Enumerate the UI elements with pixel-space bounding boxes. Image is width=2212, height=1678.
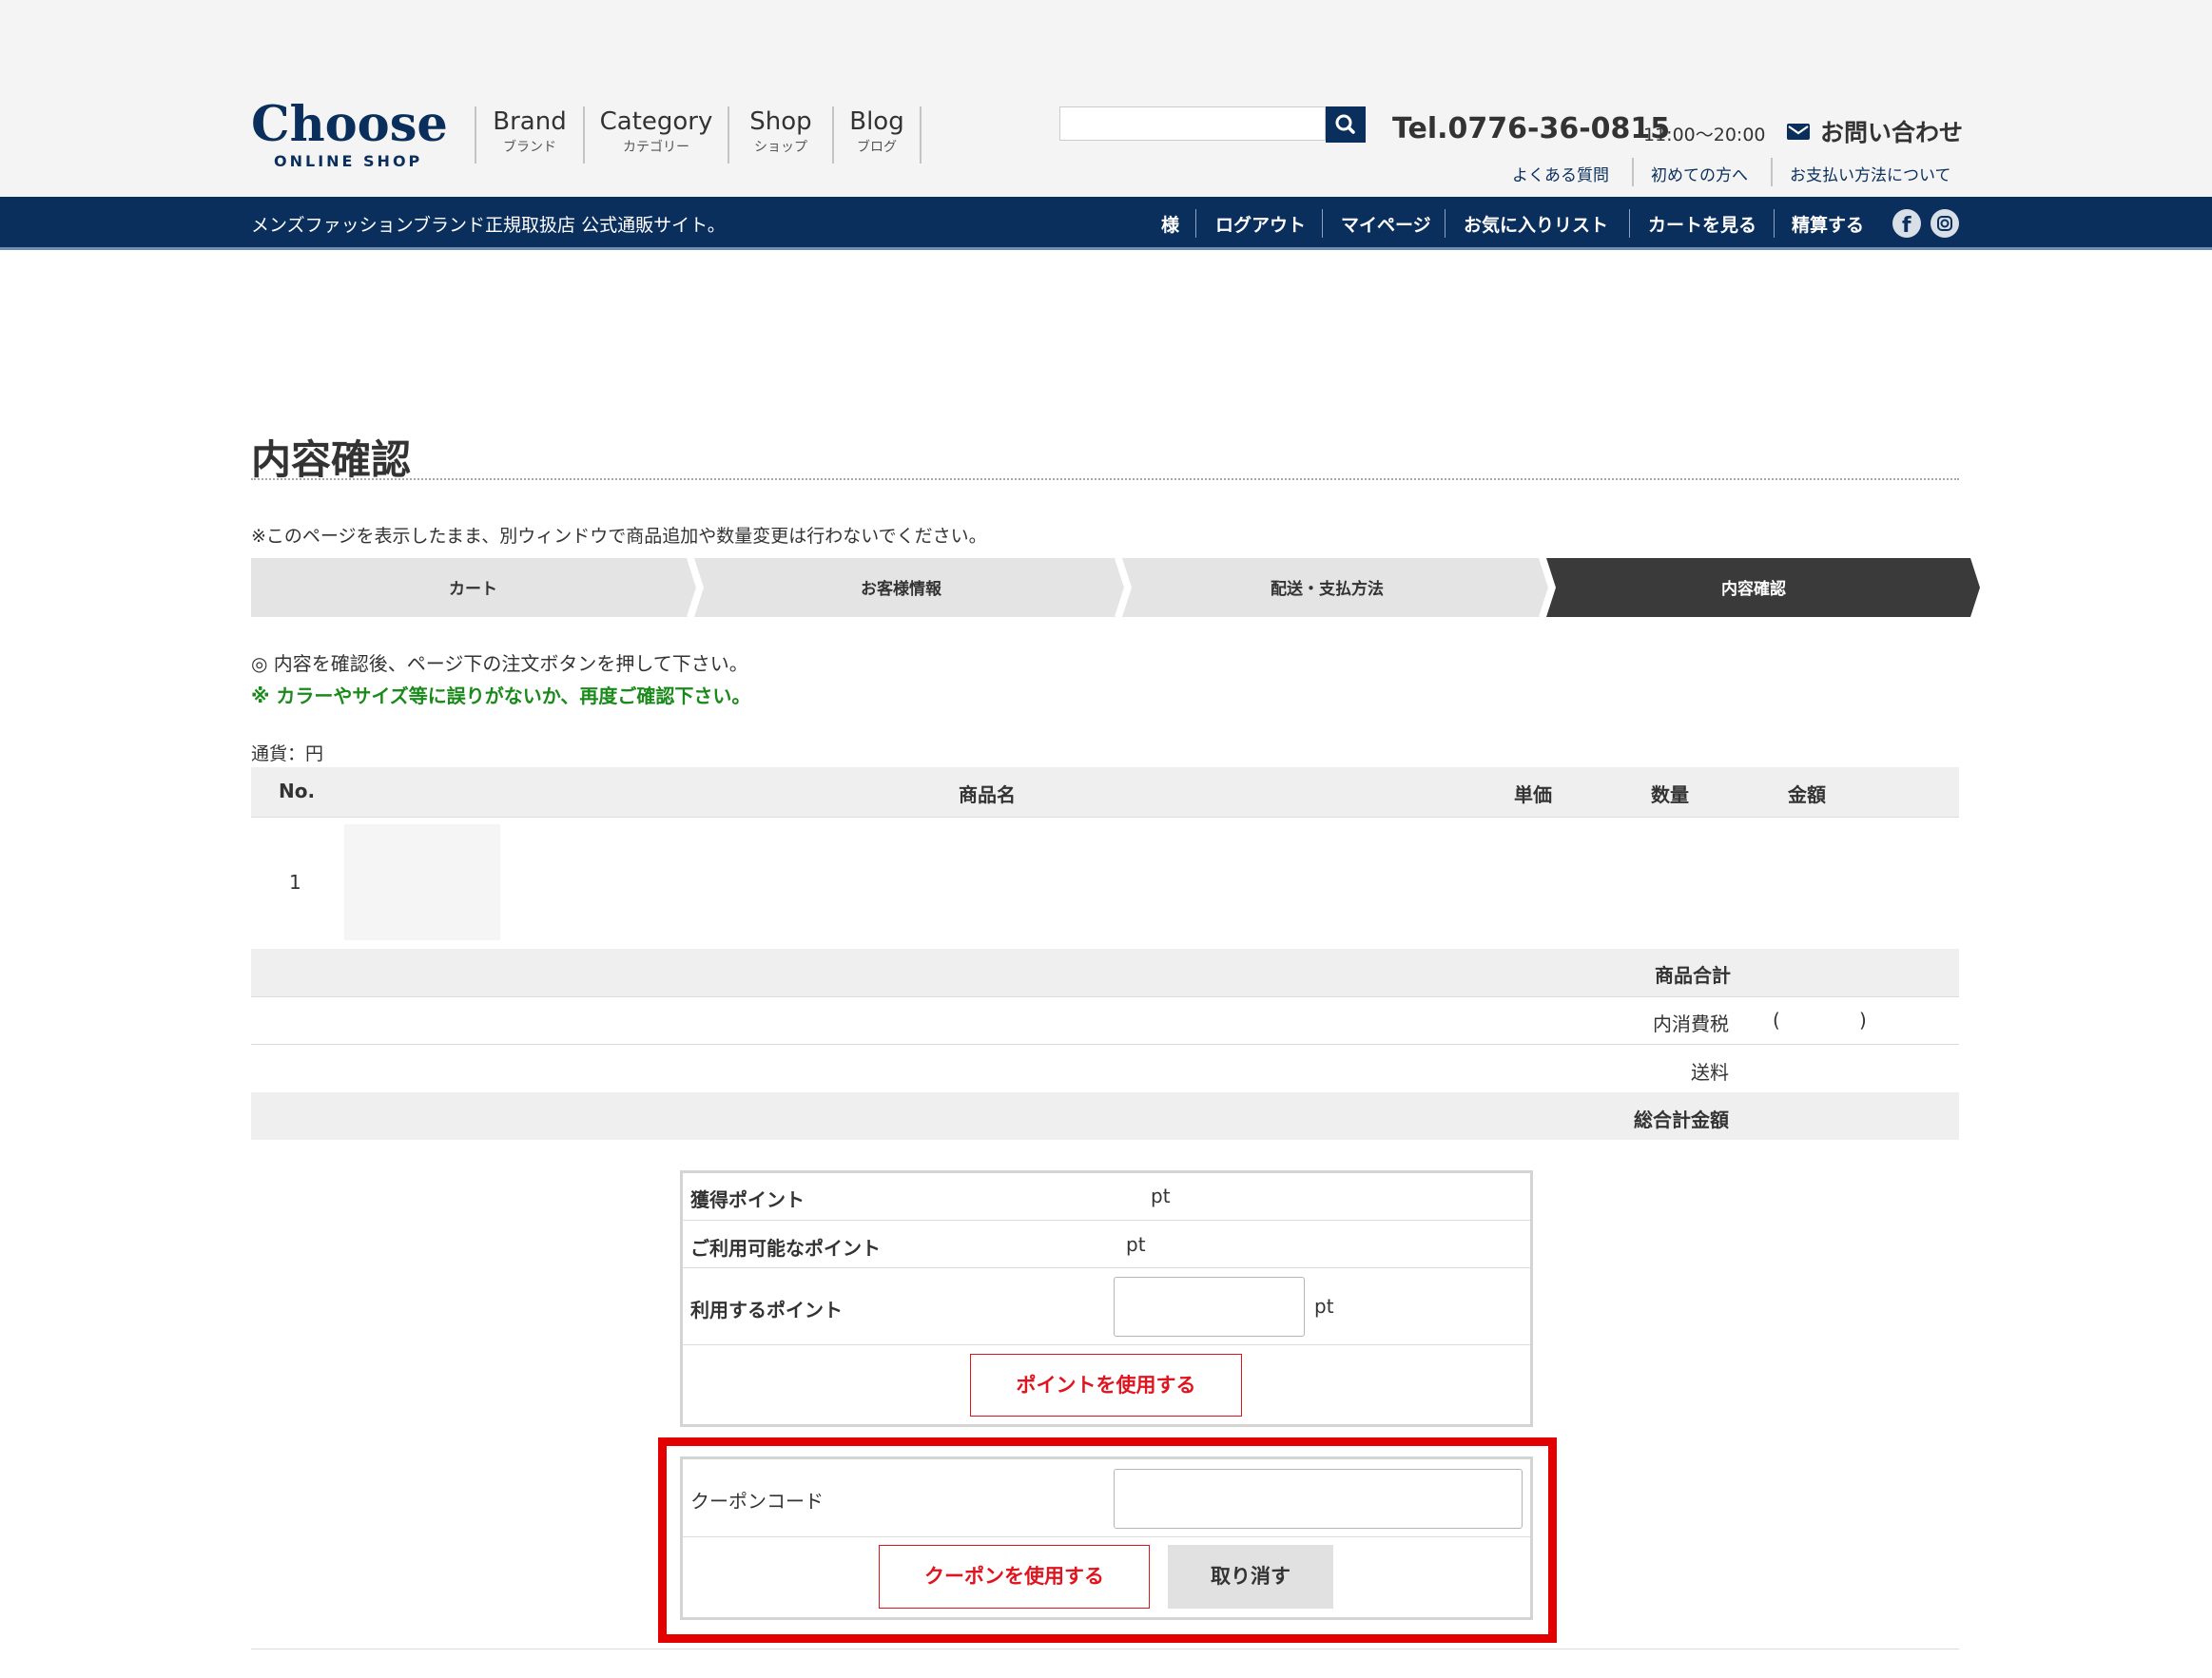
tax-label: 内消費税 bbox=[1653, 1013, 1729, 1035]
view-cart-link[interactable]: カートを見る bbox=[1648, 211, 1756, 237]
payment-info-link[interactable]: お支払い方法について bbox=[1790, 162, 1951, 185]
title-divider bbox=[251, 478, 1959, 480]
row-number: 1 bbox=[289, 871, 301, 894]
contact-label: お問い合わせ bbox=[1820, 119, 1964, 146]
use-points-label: 利用するポイント bbox=[690, 1299, 843, 1321]
nav-brand-label: Brand bbox=[493, 107, 567, 136]
nav-brand-sublabel: ブランド bbox=[503, 140, 556, 155]
nav-brand[interactable]: Brand ブランド bbox=[475, 106, 583, 164]
page-title: 内容確認 bbox=[251, 436, 412, 483]
available-points-label: ご利用可能なポイント bbox=[690, 1237, 881, 1260]
instruction-text: ◎ 内容を確認後、ページ下の注文ボタンを押して下さい。 bbox=[251, 652, 748, 675]
page-notice: ※このページを表示したまま、別ウィンドウで商品追加や数量変更は行わないでください… bbox=[251, 526, 987, 547]
phone-number: Tel.0776-36-0815 bbox=[1392, 112, 1671, 145]
subtotal-label: 商品合計 bbox=[1655, 964, 1731, 987]
nav-blog-label: Blog bbox=[849, 107, 904, 136]
use-points-input[interactable] bbox=[1114, 1277, 1305, 1337]
table-header bbox=[251, 767, 1959, 817]
divider bbox=[683, 1220, 1530, 1221]
search-input[interactable] bbox=[1059, 106, 1326, 141]
step-cart: カート bbox=[449, 580, 497, 599]
tax-open-paren: ( bbox=[1773, 1009, 1780, 1032]
faq-link[interactable]: よくある質問 bbox=[1512, 162, 1609, 185]
mail-icon bbox=[1787, 124, 1810, 140]
nav-blog[interactable]: Blog ブログ bbox=[832, 106, 922, 164]
svg-text:f: f bbox=[1902, 214, 1911, 238]
tax-close-paren: ) bbox=[1859, 1009, 1867, 1032]
warning-text: ※ カラーやサイズ等に誤りがないか、再度ご確認下さい。 bbox=[251, 685, 751, 707]
currency-label: 通貨：円 bbox=[251, 743, 324, 764]
earned-points-label: 獲得ポイント bbox=[690, 1188, 805, 1211]
contact-link[interactable]: お問い合わせ bbox=[1786, 114, 1963, 148]
divider bbox=[1632, 158, 1634, 186]
checkout-link[interactable]: 精算する bbox=[1792, 211, 1864, 237]
search-icon bbox=[1335, 114, 1355, 134]
highlight-box bbox=[658, 1437, 1557, 1643]
nav-blog-sublabel: ブログ bbox=[857, 140, 897, 155]
divider bbox=[251, 817, 1959, 818]
logo-subtitle: ONLINE SHOP bbox=[274, 152, 423, 170]
divider bbox=[1195, 209, 1196, 238]
product-thumbnail[interactable] bbox=[344, 824, 500, 940]
column-header-amount: 金額 bbox=[1788, 783, 1826, 806]
divider bbox=[251, 996, 1959, 997]
search-button[interactable] bbox=[1326, 106, 1366, 143]
site-tagline: メンズファッションブランド正規取扱店 公式通販サイト。 bbox=[251, 215, 726, 236]
divider bbox=[683, 1344, 1530, 1345]
column-header-quantity: 数量 bbox=[1651, 783, 1689, 806]
nav-category-sublabel: カテゴリー bbox=[623, 140, 689, 155]
favorites-link[interactable]: お気に入りリスト bbox=[1464, 211, 1608, 237]
divider bbox=[1322, 209, 1323, 238]
nav-shop-sublabel: ショップ bbox=[754, 140, 807, 155]
step-customer-info: お客様情報 bbox=[861, 580, 941, 599]
divider bbox=[1445, 209, 1446, 238]
shipping-label: 送料 bbox=[1691, 1061, 1729, 1084]
divider bbox=[1629, 209, 1630, 238]
nav-shop[interactable]: Shop ショップ bbox=[728, 106, 832, 164]
nav-category-label: Category bbox=[599, 107, 713, 136]
divider bbox=[1771, 158, 1773, 186]
divider bbox=[1774, 209, 1775, 238]
first-time-link[interactable]: 初めての方へ bbox=[1651, 162, 1748, 185]
divider bbox=[251, 1044, 1959, 1045]
business-hours: 11:00〜20:00 bbox=[1643, 125, 1766, 145]
facebook-icon[interactable]: f bbox=[1892, 209, 1921, 238]
earned-points-unit: pt bbox=[1151, 1185, 1171, 1207]
step-shipping-payment: 配送・支払方法 bbox=[1271, 580, 1384, 599]
step-confirm: 内容確認 bbox=[1721, 580, 1786, 599]
logout-link[interactable]: ログアウト bbox=[1215, 211, 1306, 237]
nav-category[interactable]: Category カテゴリー bbox=[583, 106, 728, 164]
total-label: 総合計金額 bbox=[1634, 1109, 1729, 1131]
column-header-product: 商品名 bbox=[959, 783, 1016, 806]
logo[interactable]: Choose bbox=[251, 101, 448, 149]
divider bbox=[683, 1267, 1530, 1268]
user-name: 様 bbox=[1161, 215, 1180, 236]
use-points-button[interactable]: ポイントを使用する bbox=[970, 1354, 1242, 1417]
instagram-icon[interactable] bbox=[1931, 209, 1959, 238]
mypage-link[interactable]: マイページ bbox=[1341, 211, 1431, 237]
nav-shop-label: Shop bbox=[749, 107, 812, 136]
column-header-no: No. bbox=[279, 780, 316, 802]
use-points-unit: pt bbox=[1314, 1295, 1334, 1318]
available-points-unit: pt bbox=[1126, 1233, 1146, 1256]
column-header-unit-price: 単価 bbox=[1514, 783, 1552, 806]
